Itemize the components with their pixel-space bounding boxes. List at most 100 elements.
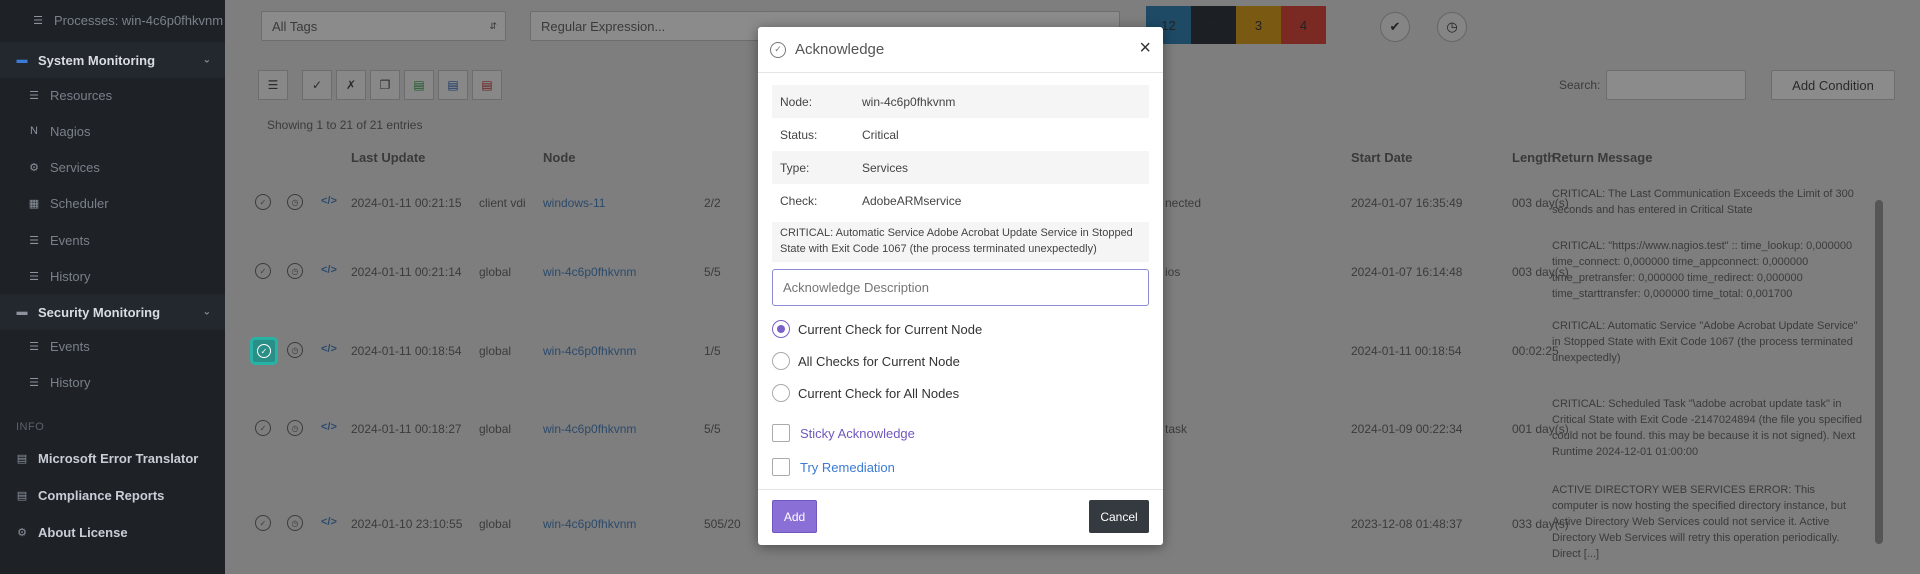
cell-count: 5/5 xyxy=(704,265,721,279)
ack-button-focused[interactable]: ✓ xyxy=(250,337,278,365)
sidebar-item-security-history[interactable]: ☰ History xyxy=(0,364,225,400)
sidebar-item-label: History xyxy=(50,374,91,390)
code-icon[interactable]: </> xyxy=(321,516,337,528)
monitor-icon: ▬ xyxy=(16,54,28,66)
try-remediation-label[interactable]: Try Remediation xyxy=(800,460,895,475)
count-value: 4 xyxy=(1299,17,1308,33)
clock-icon[interactable]: ◷ xyxy=(287,515,303,531)
col-return-message[interactable]: Return Message xyxy=(1552,150,1652,165)
sidebar-item-scheduler[interactable]: ▦ Scheduler xyxy=(0,185,225,221)
checkbox-icon[interactable] xyxy=(772,458,790,476)
sidebar: ☰ Processes: win-4c6p0fhkvnm ▬ System Moni… xyxy=(0,0,225,574)
cell-node[interactable]: win-4c6p0fhkvnm xyxy=(543,344,636,358)
code-icon[interactable]: </> xyxy=(321,421,337,433)
code-icon[interactable]: </> xyxy=(321,264,337,276)
sidebar-item-resources[interactable]: ☰ Resources xyxy=(0,77,225,113)
copy-button[interactable]: ❐ xyxy=(370,70,400,100)
export-csv-button[interactable]: ▤ xyxy=(438,70,468,100)
report-icon: ▤ xyxy=(16,489,28,502)
cell-tag: global xyxy=(479,517,512,531)
ack-selected-button[interactable]: ✓ xyxy=(302,70,332,100)
sidebar-link-label: Microsoft Error Translator xyxy=(38,450,199,466)
list-view-button[interactable]: ☰ xyxy=(258,70,288,100)
cell-node[interactable]: win-4c6p0fhkvnm xyxy=(543,265,636,279)
cancel-button[interactable]: Cancel xyxy=(1089,500,1149,533)
cell-check: ios xyxy=(1165,265,1181,279)
radio-icon[interactable] xyxy=(772,352,790,370)
cell-return-message: CRITICAL: "https://www.nagios.test" :: t… xyxy=(1552,240,1853,300)
tags-select[interactable]: All Tags ⇵ xyxy=(261,11,506,41)
close-icon[interactable]: × xyxy=(1139,38,1151,58)
info-value: Critical xyxy=(862,127,899,142)
table-search-input[interactable] xyxy=(1606,70,1746,100)
scrollbar-thumb[interactable] xyxy=(1875,200,1883,544)
sidebar-item-processes[interactable]: ☰ Processes: win-4c6p0fhkvnm xyxy=(0,2,225,38)
count-badge-warning[interactable]: 3 xyxy=(1236,6,1281,44)
ack-icon[interactable]: ✓ xyxy=(255,420,271,436)
clock-icon[interactable]: ◷ xyxy=(287,420,303,436)
sidebar-item-label: History xyxy=(50,268,91,284)
try-remediation-checkbox[interactable]: Try Remediation xyxy=(772,457,895,477)
sidebar-section-label: Security Monitoring xyxy=(38,304,161,320)
sidebar-section-system-monitoring[interactable]: ▬ System Monitoring ⌄ xyxy=(0,42,225,78)
col-start-date[interactable]: Start Date xyxy=(1351,150,1412,165)
clock-icon[interactable]: ◷ xyxy=(287,342,303,358)
count-badge-critical[interactable]: 4 xyxy=(1281,6,1326,44)
export-pdf-button[interactable]: ▤ xyxy=(472,70,502,100)
radio-icon[interactable] xyxy=(772,384,790,402)
export-excel-button[interactable]: ▤ xyxy=(404,70,434,100)
cell-tag: global xyxy=(479,265,512,279)
ack-icon[interactable]: ✓ xyxy=(255,194,271,210)
add-condition-label: Add Condition xyxy=(1792,77,1874,93)
col-node[interactable]: Node xyxy=(543,150,576,165)
ack-filter-button[interactable]: ✔ xyxy=(1380,12,1410,42)
unack-selected-button[interactable]: ✗ xyxy=(336,70,366,100)
radio-current-check-all-nodes[interactable]: Current Check for All Nodes xyxy=(772,383,959,403)
radio-all-checks-current-node[interactable]: All Checks for Current Node xyxy=(772,351,960,371)
radio-current-check-current-node[interactable]: Current Check for Current Node xyxy=(772,319,982,339)
chevron-down-icon: ⌄ xyxy=(202,54,211,66)
count-value: 0 xyxy=(1209,17,1218,33)
sidebar-item-services[interactable]: ⚙ Services xyxy=(0,149,225,185)
sidebar-link-compliance-reports[interactable]: ▤ Compliance Reports xyxy=(0,477,225,513)
cell-node[interactable]: windows-11 xyxy=(543,196,605,210)
acknowledge-description-input[interactable] xyxy=(772,269,1149,306)
sidebar-link-label: About License xyxy=(38,524,128,540)
copy-icon: ❐ xyxy=(379,78,391,92)
radio-label: Current Check for All Nodes xyxy=(798,385,960,401)
col-last-update[interactable]: Last Update xyxy=(351,150,425,165)
sidebar-item-nagios[interactable]: N Nagios xyxy=(0,113,225,149)
downtime-filter-button[interactable]: ◷ xyxy=(1437,12,1467,42)
sidebar-section-security-monitoring[interactable]: ▬ Security Monitoring ⌄ xyxy=(0,294,225,330)
col-length[interactable]: Length xyxy=(1512,150,1555,165)
clock-icon[interactable]: ◷ xyxy=(287,263,303,279)
radio-selected-icon[interactable] xyxy=(772,320,790,338)
sidebar-link-about-license[interactable]: ⚙ About License xyxy=(0,514,225,550)
ack-icon[interactable]: ✓ xyxy=(255,263,271,279)
add-condition-button[interactable]: Add Condition xyxy=(1771,70,1895,100)
sidebar-item-history[interactable]: ☰ History xyxy=(0,258,225,294)
sidebar-link-error-translator[interactable]: ▤ Microsoft Error Translator xyxy=(0,440,225,476)
clock-icon[interactable]: ◷ xyxy=(287,194,303,210)
search-label: Search: xyxy=(1559,78,1601,92)
cell-return-message: ACTIVE DIRECTORY WEB SERVICES ERROR: Thi… xyxy=(1552,484,1847,560)
tags-select-value: All Tags xyxy=(272,18,318,34)
checkbox-icon[interactable] xyxy=(772,424,790,442)
info-value: AdobeARMservice xyxy=(862,193,962,208)
cell-check: task xyxy=(1165,422,1188,436)
add-button[interactable]: Add xyxy=(772,500,817,533)
info-row-type: Type: Services xyxy=(772,151,1149,184)
sticky-acknowledge-checkbox[interactable]: Sticky Acknowledge xyxy=(772,423,915,443)
ack-icon[interactable]: ✓ xyxy=(255,515,271,531)
cell-start-date: 2024-01-11 00:18:54 xyxy=(1351,344,1462,358)
sticky-acknowledge-label[interactable]: Sticky Acknowledge xyxy=(800,426,915,441)
cell-start-date: 2024-01-07 16:35:49 xyxy=(1351,196,1463,210)
code-icon[interactable]: </> xyxy=(321,343,337,355)
count-badge-unknown[interactable]: 0 xyxy=(1191,6,1236,44)
modal-title: Acknowledge xyxy=(795,41,885,58)
code-icon[interactable]: </> xyxy=(321,195,337,207)
sidebar-item-events[interactable]: ☰ Events xyxy=(0,222,225,258)
cell-node[interactable]: win-4c6p0fhkvnm xyxy=(543,422,636,436)
sidebar-item-security-events[interactable]: ☰ Events xyxy=(0,328,225,364)
cell-node[interactable]: win-4c6p0fhkvnm xyxy=(543,517,636,531)
